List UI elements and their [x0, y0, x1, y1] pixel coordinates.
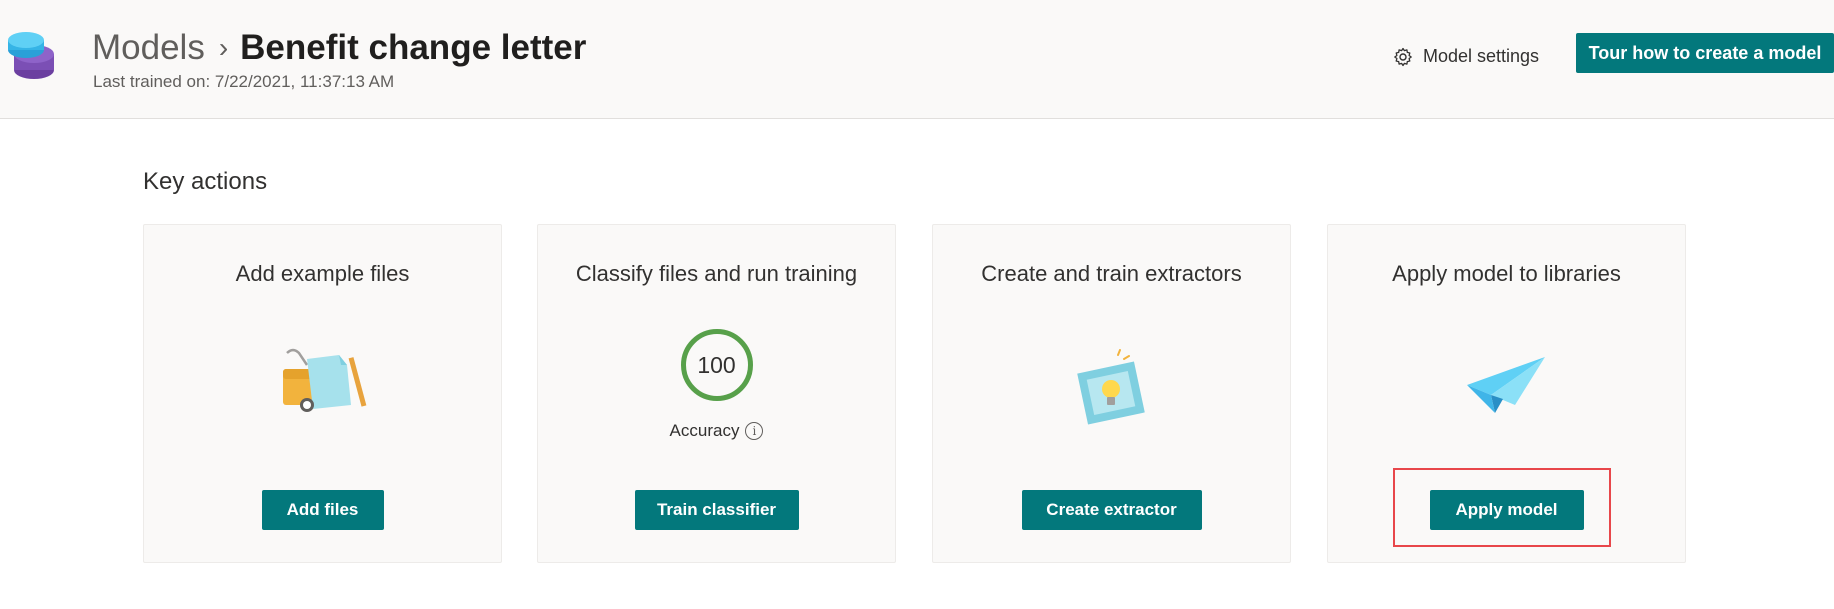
- apply-model-button[interactable]: Apply model: [1429, 490, 1584, 530]
- card-classify-and-train: Classify files and run training 100 Accu…: [537, 224, 896, 563]
- last-trained-text: Last trained on: 7/22/2021, 11:37:13 AM: [93, 72, 395, 91]
- card-title: Add example files: [235, 261, 410, 286]
- create-extractor-button[interactable]: Create extractor: [1021, 490, 1202, 530]
- accuracy-label-row: Accuracy i: [538, 421, 895, 441]
- add-files-button[interactable]: Add files: [261, 490, 384, 530]
- accuracy-label: Accuracy: [669, 421, 740, 440]
- gear-icon: [1394, 47, 1412, 66]
- lightbulb-illustration-icon: [1076, 349, 1145, 425]
- card-title: Apply model to libraries: [1392, 261, 1621, 286]
- train-classifier-button[interactable]: Train classifier: [634, 490, 799, 530]
- card-title: Create and train extractors: [981, 261, 1242, 286]
- card-title: Classify files and run training: [575, 261, 858, 286]
- card-add-example-files: Add example files Add files: [143, 224, 502, 563]
- accuracy-score: 100: [680, 329, 753, 401]
- files-illustration-icon: [282, 348, 366, 412]
- breadcrumb-models-link[interactable]: Models: [92, 28, 205, 68]
- card-apply-model: Apply model to libraries Apply model: [1327, 224, 1686, 563]
- breadcrumb: Models › Benefit change letter: [92, 22, 586, 74]
- info-icon[interactable]: i: [745, 422, 764, 440]
- page-title: Benefit change letter: [240, 28, 587, 67]
- syntex-logo-icon: [8, 32, 54, 79]
- tour-create-model-button[interactable]: Tour how to create a model: [1576, 33, 1834, 73]
- model-settings-label: Model settings: [1423, 46, 1540, 66]
- page-header: Models › Benefit change letter Last trai…: [0, 0, 1834, 119]
- chevron-right-icon: ›: [218, 32, 229, 63]
- paper-plane-illustration-icon: [1466, 357, 1545, 413]
- card-create-extractors: Create and train extractors Create extra…: [932, 224, 1291, 563]
- key-actions-heading: Key actions: [143, 168, 268, 195]
- model-settings-button[interactable]: Model settings: [1393, 46, 1539, 67]
